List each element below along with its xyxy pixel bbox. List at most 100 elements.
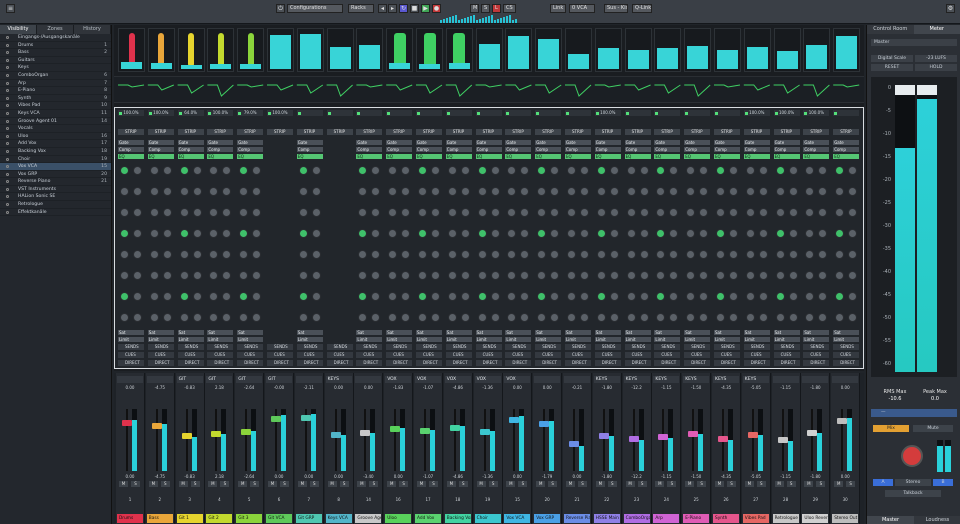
- rack-knob[interactable]: [775, 208, 785, 217]
- rack-knob[interactable]: [520, 292, 530, 301]
- rack-knob[interactable]: [567, 166, 576, 175]
- mute-button[interactable]: Mute: [913, 425, 953, 432]
- rack-knob[interactable]: [418, 292, 427, 301]
- rack-knob[interactable]: [699, 271, 709, 280]
- rack-sends[interactable]: SENDS: [445, 344, 472, 350]
- rack-direct[interactable]: DIRECT: [326, 360, 353, 366]
- rack-cues[interactable]: CUES: [654, 352, 681, 358]
- rack-knob[interactable]: [716, 187, 725, 196]
- rack-knob[interactable]: [418, 208, 427, 217]
- rack-knob[interactable]: [298, 292, 308, 301]
- fader-handle[interactable]: [330, 432, 341, 438]
- rack-knob[interactable]: [716, 166, 725, 175]
- rack-knob[interactable]: [120, 208, 129, 217]
- strip-module-limit[interactable]: Limit: [565, 337, 591, 342]
- fader-handle[interactable]: [628, 436, 639, 442]
- rack-direct[interactable]: DIRECT: [147, 360, 174, 366]
- fader-handle[interactable]: [271, 416, 281, 422]
- rack-knob[interactable]: [418, 271, 427, 280]
- rack-knob[interactable]: [162, 292, 172, 301]
- rack-knob[interactable]: [848, 166, 858, 175]
- channel-name[interactable]: Keys VCA: [325, 514, 352, 523]
- solo-button[interactable]: S: [846, 481, 856, 487]
- channel-vca-label[interactable]: KEYS: [623, 376, 650, 383]
- rack-knob[interactable]: [358, 229, 368, 238]
- rack-knob[interactable]: [431, 166, 440, 175]
- channel-vca-label[interactable]: [564, 376, 590, 383]
- rack-knob[interactable]: [729, 271, 738, 280]
- strip-module-eq[interactable]: EQ: [296, 154, 323, 159]
- rack-knob[interactable]: [490, 208, 500, 217]
- strip-module-sat[interactable]: Sat: [416, 330, 442, 335]
- strip-module-limit[interactable]: Limit: [416, 337, 442, 342]
- rack-direct[interactable]: DIRECT: [743, 360, 770, 366]
- rack-cues[interactable]: CUES: [416, 352, 442, 358]
- rack-knob[interactable]: [298, 250, 308, 259]
- strip-module-comp[interactable]: Comp: [833, 147, 860, 152]
- rack-knob[interactable]: [835, 229, 845, 238]
- rack-knob[interactable]: [580, 208, 589, 217]
- rack-knob[interactable]: [133, 229, 142, 238]
- rack-knob[interactable]: [222, 313, 232, 322]
- gain-readout[interactable]: 2.18: [206, 474, 232, 479]
- rack-knob[interactable]: [371, 208, 381, 217]
- rack-knob[interactable]: [626, 313, 636, 322]
- strip-module-limit[interactable]: Limit: [147, 337, 174, 342]
- gain-readout[interactable]: -2.64: [236, 474, 262, 479]
- rack-knob[interactable]: [252, 271, 262, 280]
- strip-module-comp[interactable]: Comp: [296, 147, 323, 152]
- channel-name[interactable]: ComboOrgan: [623, 514, 650, 523]
- rack-knob[interactable]: [298, 313, 308, 322]
- rack-knob[interactable]: [358, 313, 368, 322]
- rack-knob[interactable]: [133, 187, 142, 196]
- rack-knob[interactable]: [490, 166, 500, 175]
- rack-knob[interactable]: [639, 166, 649, 175]
- solo-button[interactable]: S: [756, 481, 766, 487]
- rack-knob[interactable]: [609, 271, 619, 280]
- rack-direct[interactable]: DIRECT: [773, 360, 800, 366]
- rack-knob[interactable]: [252, 229, 262, 238]
- rack-direct[interactable]: DIRECT: [684, 360, 711, 366]
- strip-module-gate[interactable]: Gate: [654, 140, 681, 145]
- rack-knob[interactable]: [626, 187, 636, 196]
- pan-value[interactable]: -1.80: [802, 385, 828, 390]
- channel-vca-label[interactable]: KEYS: [713, 376, 739, 383]
- rack-knob[interactable]: [639, 271, 649, 280]
- rack-sends[interactable]: SENDS: [833, 344, 860, 350]
- rack-cues[interactable]: CUES: [207, 352, 234, 358]
- rack-knob[interactable]: [550, 313, 560, 322]
- rack-knob[interactable]: [298, 229, 308, 238]
- talkback-button[interactable]: Talkback: [885, 490, 941, 497]
- rack-knob[interactable]: [788, 250, 798, 259]
- strip-module-comp[interactable]: Comp: [445, 147, 472, 152]
- rack-knob[interactable]: [477, 208, 487, 217]
- gain-readout[interactable]: -1.36: [475, 474, 501, 479]
- rack-knob[interactable]: [460, 292, 470, 301]
- visibility-item[interactable]: Arp 7: [0, 80, 111, 88]
- rack-knob[interactable]: [520, 187, 530, 196]
- rack-knob[interactable]: [520, 229, 530, 238]
- strip-module-comp[interactable]: Comp: [714, 147, 740, 152]
- rack-knob[interactable]: [686, 166, 696, 175]
- rack-knob[interactable]: [639, 250, 649, 259]
- fader-handle[interactable]: [598, 433, 609, 439]
- rack-knob[interactable]: [716, 271, 725, 280]
- mute-button[interactable]: M: [446, 481, 456, 487]
- strip-button[interactable]: STRIP: [386, 129, 413, 135]
- rack-knob[interactable]: [222, 292, 232, 301]
- tab-control-room[interactable]: Control Room: [867, 25, 914, 34]
- strip-module-gate[interactable]: Gate: [505, 140, 532, 145]
- strip-module-gate[interactable]: Gate: [743, 140, 770, 145]
- rack-knob[interactable]: [669, 229, 679, 238]
- rack-knob[interactable]: [239, 313, 249, 322]
- rack-knob[interactable]: [507, 271, 517, 280]
- strip-module-sat[interactable]: Sat: [296, 330, 323, 335]
- pan-value[interactable]: -0.83: [177, 385, 203, 390]
- rack-knob[interactable]: [371, 187, 381, 196]
- mute-button[interactable]: M: [595, 481, 605, 487]
- rack-knob[interactable]: [729, 187, 738, 196]
- strip-module-eq[interactable]: EQ: [177, 154, 204, 159]
- channel-name[interactable]: Stereo Out: [832, 514, 859, 523]
- rack-knob[interactable]: [179, 250, 189, 259]
- rack-knob[interactable]: [401, 229, 411, 238]
